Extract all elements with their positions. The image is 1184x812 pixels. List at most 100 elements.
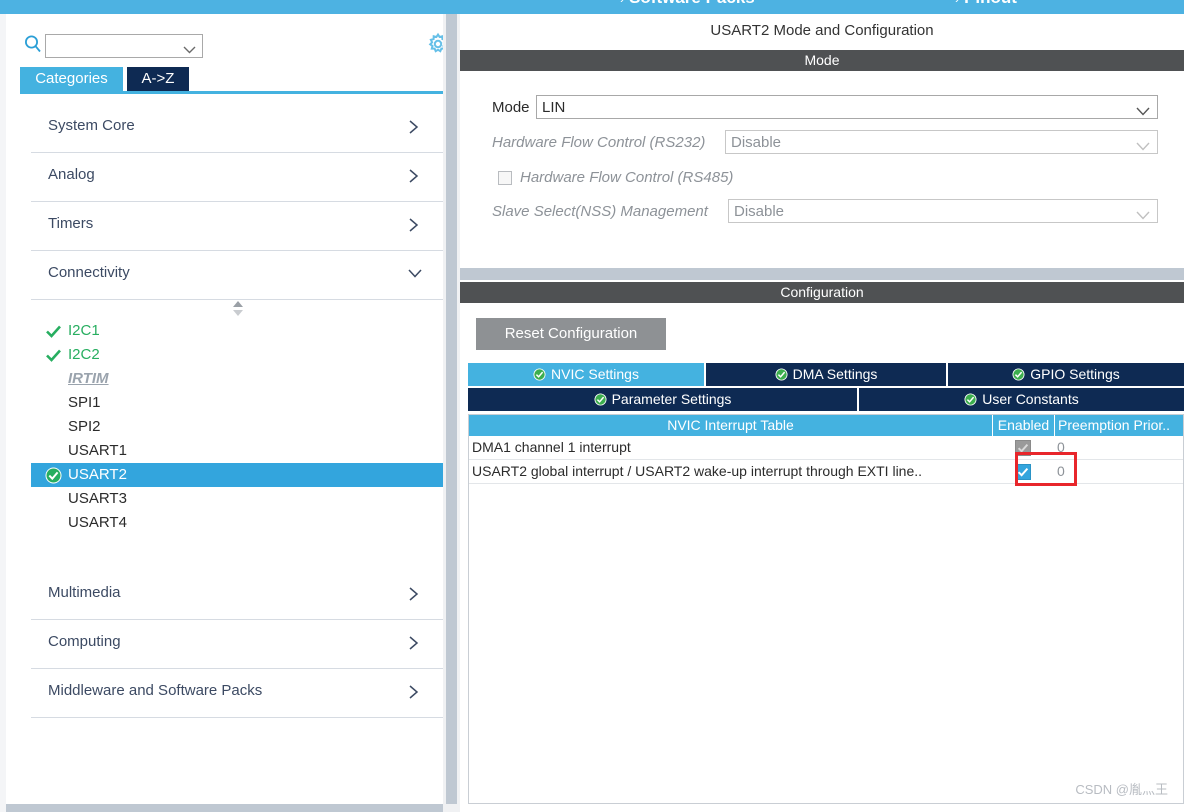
chevron-down-icon — [1136, 207, 1150, 220]
green-check-circle-icon — [1012, 365, 1025, 381]
horizontal-splitter-right[interactable] — [460, 268, 1184, 280]
peripheral-item-usart2[interactable]: USART2 — [31, 463, 443, 487]
sidebar-item-label: Middleware and Software Packs — [48, 682, 263, 699]
vertical-splitter[interactable] — [443, 14, 460, 812]
search-row — [6, 18, 448, 58]
enabled-cell[interactable] — [992, 460, 1054, 483]
mode-section-header: Mode — [460, 50, 1184, 71]
search-input[interactable] — [45, 34, 203, 58]
component-tree-inner: Categories A->Z System Core Analog Timer… — [6, 14, 451, 804]
sidebar-item-label: Computing — [48, 633, 121, 650]
hw-flow-rs232-value: Disable — [731, 134, 782, 151]
config-tabs-row-1: NVIC Settings DMA Settings GPIO Settings — [468, 363, 1184, 386]
peripheral-item-label: I2C2 — [68, 346, 100, 363]
tab-label: User Constants — [982, 391, 1079, 407]
cubemx-window: › Software Packs › Pinout — [0, 0, 1184, 812]
peripheral-item-usart1[interactable]: USART1 — [31, 439, 443, 463]
sort-arrows-icon[interactable] — [228, 300, 248, 317]
tab-label: GPIO Settings — [1030, 366, 1120, 382]
tab-nvic-settings[interactable]: NVIC Settings — [468, 363, 704, 386]
config-tabs-row-2: Parameter Settings User Constants — [468, 388, 1184, 411]
peripheral-item-spi1[interactable]: SPI1 — [31, 391, 443, 415]
column-header-enabled[interactable]: Enabled — [992, 415, 1054, 436]
tabs-underline — [20, 91, 451, 94]
peripheral-item-label: SPI1 — [68, 394, 101, 411]
tab-a-to-z[interactable]: A->Z — [127, 67, 189, 91]
green-check-circle-icon — [594, 390, 607, 406]
tab-categories[interactable]: Categories — [20, 67, 123, 91]
component-tree-panel: Categories A->Z System Core Analog Timer… — [0, 14, 451, 812]
peripheral-item-label: SPI2 — [68, 418, 101, 435]
tab-label: Parameter Settings — [611, 391, 732, 407]
hw-flow-rs485-label: Hardware Flow Control (RS485) — [520, 169, 734, 186]
enabled-checkbox — [1015, 440, 1031, 456]
nss-management-select: Disable — [728, 199, 1158, 223]
mode-row-nss-management: Slave Select(NSS) Management Disable — [460, 199, 1184, 225]
category-tabs: Categories A->Z — [20, 67, 443, 91]
column-header-preemption-priority[interactable]: Preemption Prior.. — [1054, 415, 1183, 436]
column-header-nvic-interrupt-table[interactable]: NVIC Interrupt Table — [469, 415, 992, 436]
peripheral-item-label: USART4 — [68, 514, 127, 531]
green-check-circle-icon — [775, 365, 788, 381]
table-header-row: NVIC Interrupt Table Enabled Preemption … — [469, 415, 1183, 436]
table-row[interactable]: DMA1 channel 1 interrupt 0 — [469, 436, 1183, 460]
hw-flow-rs232-select: Disable — [725, 130, 1158, 154]
peripheral-item-i2c1[interactable]: I2C1 — [31, 319, 443, 343]
mode-row-hw-flow-rs232: Hardware Flow Control (RS232) Disable — [460, 130, 1184, 156]
chevron-down-icon — [407, 266, 422, 282]
enabled-cell — [992, 436, 1054, 459]
sidebar-item-system-core[interactable]: System Core — [31, 104, 443, 153]
table-row-empty — [469, 484, 1183, 508]
configuration-section-header: Configuration — [460, 282, 1184, 303]
green-check-icon — [45, 323, 62, 340]
top-menu-label: Pinout — [964, 0, 1017, 7]
chevron-right-icon — [407, 684, 421, 700]
top-menu-label: Software Packs — [629, 0, 755, 7]
watermark: CSDN @胤灬王 — [1075, 782, 1168, 797]
hw-flow-rs232-label: Hardware Flow Control (RS232) — [492, 134, 706, 151]
peripheral-item-label: USART2 — [68, 466, 127, 483]
sidebar-item-connectivity[interactable]: Connectivity — [31, 251, 443, 300]
chevron-right-icon — [407, 635, 421, 651]
horizontal-splitter-left[interactable] — [6, 804, 443, 812]
sidebar-item-label: Timers — [48, 215, 94, 232]
sidebar-item-timers[interactable]: Timers — [31, 202, 443, 251]
peripheral-item-spi2[interactable]: SPI2 — [31, 415, 443, 439]
peripheral-item-usart3[interactable]: USART3 — [31, 487, 443, 511]
sidebar-item-middleware-and-software-packs[interactable]: Middleware and Software Packs — [31, 669, 443, 718]
chevron-right-icon — [407, 168, 421, 184]
search-icon — [23, 34, 43, 54]
page-title: USART2 Mode and Configuration — [460, 14, 1184, 48]
hw-flow-rs485-checkbox — [498, 171, 512, 185]
top-menu-item-software-packs[interactable]: › Software Packs — [620, 0, 755, 8]
tab-gpio-settings[interactable]: GPIO Settings — [948, 363, 1184, 386]
enabled-checkbox[interactable] — [1015, 464, 1031, 480]
tab-dma-settings[interactable]: DMA Settings — [706, 363, 946, 386]
chevron-down-icon[interactable] — [183, 41, 196, 54]
top-menu-item-pinout[interactable]: › Pinout — [955, 0, 1017, 8]
tab-parameter-settings[interactable]: Parameter Settings — [468, 388, 857, 411]
sidebar-item-computing[interactable]: Computing — [31, 620, 443, 669]
sidebar-item-analog[interactable]: Analog — [31, 153, 443, 202]
peripheral-item-label: I2C1 — [68, 322, 100, 339]
mode-label: Mode — [492, 99, 530, 116]
peripheral-item-i2c2[interactable]: I2C2 — [31, 343, 443, 367]
mode-select[interactable]: LIN — [536, 95, 1158, 119]
sidebar-item-label: Multimedia — [48, 584, 121, 601]
interrupt-name: DMA1 channel 1 interrupt — [472, 439, 631, 455]
peripheral-item-label: USART1 — [68, 442, 127, 459]
peripheral-item-irtim[interactable]: IRTIM — [31, 367, 443, 391]
chevron-down-icon — [1136, 103, 1150, 116]
chevron-right-icon — [407, 119, 421, 135]
tab-user-constants[interactable]: User Constants — [859, 388, 1184, 411]
peripheral-item-label: IRTIM — [68, 370, 109, 387]
sidebar-empty-area — [31, 720, 443, 798]
sidebar-item-multimedia[interactable]: Multimedia — [31, 571, 443, 620]
nss-management-value: Disable — [734, 203, 785, 220]
mode-row-hw-flow-rs485: Hardware Flow Control (RS485) — [460, 165, 1184, 191]
reset-configuration-button[interactable]: Reset Configuration — [476, 318, 666, 350]
green-check-circle-icon — [533, 365, 546, 381]
table-row[interactable]: USART2 global interrupt / USART2 wake-up… — [469, 460, 1183, 484]
green-check-circle-icon — [964, 390, 977, 406]
peripheral-item-usart4[interactable]: USART4 — [31, 511, 443, 535]
